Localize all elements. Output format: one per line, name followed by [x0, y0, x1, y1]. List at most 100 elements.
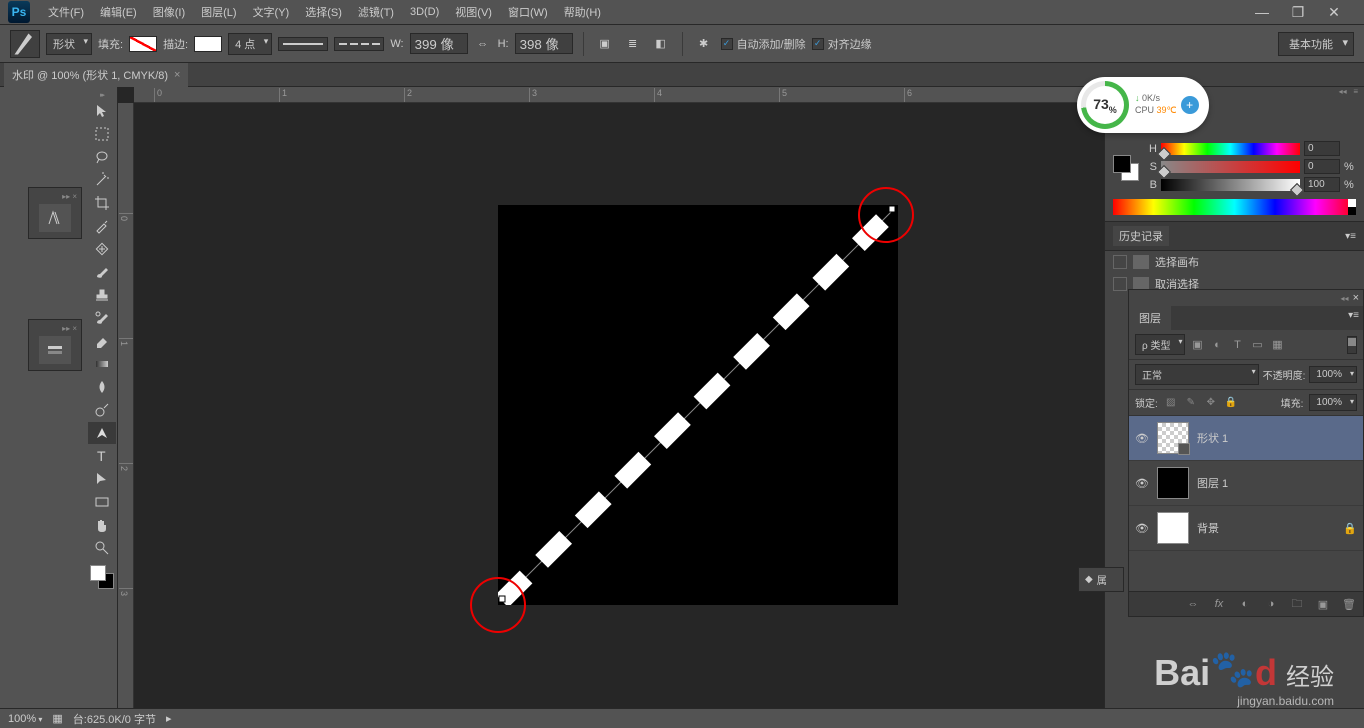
menu-filter[interactable]: 滤镜(T) [350, 0, 402, 24]
fill-swatch[interactable] [129, 36, 157, 52]
blend-mode-dropdown[interactable]: 正常 [1135, 364, 1259, 385]
brush-tool[interactable] [88, 261, 116, 283]
eraser-tool[interactable] [88, 330, 116, 352]
zoom-tool[interactable] [88, 537, 116, 559]
collapsed-panel-1[interactable]: ▸▸ × [28, 187, 82, 239]
menu-window[interactable]: 窗口(W) [500, 0, 556, 24]
stroke-style-solid[interactable] [278, 37, 328, 51]
bri-input[interactable] [1304, 177, 1340, 192]
visibility-toggle[interactable]: 👁 [1135, 432, 1149, 445]
visibility-toggle[interactable]: 👁 [1135, 522, 1149, 535]
type-tool[interactable]: T [88, 445, 116, 467]
link-wh-icon[interactable]: ⇔ [474, 38, 492, 50]
lock-pos-icon[interactable]: ✥ [1204, 396, 1218, 410]
healing-tool[interactable] [88, 238, 116, 260]
move-tool[interactable] [88, 100, 116, 122]
opacity-input[interactable]: 100% [1309, 366, 1357, 383]
doc-info-arrow[interactable]: ▸ [166, 712, 172, 725]
close-button[interactable]: ✕ [1322, 4, 1346, 21]
path-select-tool[interactable] [88, 468, 116, 490]
layer-row[interactable]: 👁 图层 1 [1129, 461, 1363, 506]
performance-widget[interactable]: 73% ↓ 0K/s CPU 39℃ + [1077, 77, 1209, 133]
new-layer-icon[interactable]: ▣ [1315, 596, 1331, 612]
filter-pixel-icon[interactable]: ▣ [1189, 337, 1205, 353]
layer-name[interactable]: 图层 1 [1197, 475, 1357, 491]
lasso-tool[interactable] [88, 146, 116, 168]
canvas[interactable] [498, 205, 898, 605]
delete-layer-icon[interactable]: 🗑 [1341, 596, 1357, 612]
color-swatches[interactable] [90, 565, 114, 589]
lock-trans-icon[interactable]: ▨ [1164, 396, 1178, 410]
minimize-button[interactable]: ― [1250, 4, 1274, 21]
sat-slider[interactable] [1161, 161, 1300, 173]
brush-presets-icon[interactable] [39, 204, 71, 232]
auto-add-delete-checkbox[interactable]: ✓自动添加/删除 [721, 36, 806, 52]
path-op-combine[interactable]: ▣ [594, 33, 616, 55]
shape-mode-dropdown[interactable]: 形状 [46, 33, 92, 55]
lock-paint-icon[interactable]: ✎ [1184, 396, 1198, 410]
history-brush-tool[interactable] [88, 307, 116, 329]
collapsed-panel-2[interactable]: ▸▸ × [28, 319, 82, 371]
filter-toggle[interactable] [1347, 336, 1357, 354]
menu-select[interactable]: 选择(S) [297, 0, 350, 24]
properties-panel-stub[interactable]: ◆ 属 [1078, 567, 1124, 592]
zoom-level[interactable]: 100% [8, 713, 42, 725]
menu-view[interactable]: 视图(V) [447, 0, 500, 24]
performance-add-icon[interactable]: + [1181, 96, 1199, 114]
menu-3d[interactable]: 3D(D) [402, 2, 447, 22]
panel-collapse-icon[interactable]: ◂◂ [1341, 294, 1349, 303]
menu-file[interactable]: 文件(F) [40, 0, 92, 24]
stamp-tool[interactable] [88, 284, 116, 306]
mask-icon[interactable]: ◐ [1237, 596, 1253, 612]
crop-tool[interactable] [88, 192, 116, 214]
layer-row[interactable]: 👁 背景 🔒 [1129, 506, 1363, 551]
path-arrange[interactable]: ◧ [650, 33, 672, 55]
group-icon[interactable]: 🗀 [1289, 596, 1305, 612]
blur-tool[interactable] [88, 376, 116, 398]
filter-smart-icon[interactable]: ▦ [1269, 337, 1285, 353]
bri-slider[interactable] [1161, 179, 1300, 191]
layer-row[interactable]: 👁 形状 1 [1129, 416, 1363, 461]
width-input[interactable] [410, 33, 468, 54]
dodge-tool[interactable] [88, 399, 116, 421]
layer-thumbnail[interactable] [1157, 467, 1189, 499]
lock-all-icon[interactable]: 🔒 [1224, 396, 1238, 410]
gradient-tool[interactable] [88, 353, 116, 375]
doc-size-icon[interactable]: ▦ [52, 712, 62, 725]
menu-type[interactable]: 文字(Y) [245, 0, 298, 24]
layers-menu-icon[interactable]: ▾≡ [1344, 306, 1363, 330]
history-tab[interactable]: 历史记录 [1113, 226, 1169, 246]
gear-icon[interactable]: ✱ [693, 33, 715, 55]
adjustment-icon[interactable]: ◑ [1263, 596, 1279, 612]
layer-thumbnail[interactable] [1157, 422, 1189, 454]
filter-adjust-icon[interactable]: ◐ [1209, 337, 1225, 353]
canvas-area[interactable]: 0 1 2 3 4 5 6 0 1 2 3 4 [118, 87, 1104, 708]
doc-info[interactable]: 台:625.0K/0 字节 [73, 711, 156, 727]
layer-name[interactable]: 形状 1 [1197, 430, 1357, 446]
stroke-swatch[interactable] [194, 36, 222, 52]
tool-preset-picker[interactable] [10, 30, 40, 58]
stroke-width-dropdown[interactable]: 4 点 [228, 33, 272, 55]
maximize-button[interactable]: ❐ [1286, 4, 1310, 21]
adjustments-icon[interactable] [39, 336, 71, 364]
panel-close-icon[interactable]: × [1353, 292, 1359, 304]
layer-filter-dropdown[interactable]: ρ 类型 [1135, 334, 1185, 355]
path-align[interactable]: ≣ [622, 33, 644, 55]
fx-icon[interactable]: fx [1211, 596, 1227, 612]
filter-shape-icon[interactable]: ▭ [1249, 337, 1265, 353]
visibility-toggle[interactable]: 👁 [1135, 477, 1149, 490]
layer-thumbnail[interactable] [1157, 512, 1189, 544]
rectangle-tool[interactable] [88, 491, 116, 513]
foreground-color[interactable] [90, 565, 106, 581]
fill-input[interactable]: 100% [1309, 394, 1357, 411]
hue-input[interactable] [1304, 141, 1340, 156]
workspace-selector[interactable]: 基本功能 [1278, 32, 1354, 56]
layers-tab[interactable]: 图层 [1129, 306, 1171, 330]
menu-help[interactable]: 帮助(H) [556, 0, 609, 24]
history-item[interactable]: 选择画布 [1105, 251, 1364, 273]
panel-menu-icon[interactable]: ▾≡ [1345, 231, 1356, 242]
stroke-style-dash[interactable] [334, 37, 384, 51]
pen-tool[interactable] [88, 422, 116, 444]
color-spectrum[interactable] [1113, 199, 1356, 215]
marquee-tool[interactable] [88, 123, 116, 145]
